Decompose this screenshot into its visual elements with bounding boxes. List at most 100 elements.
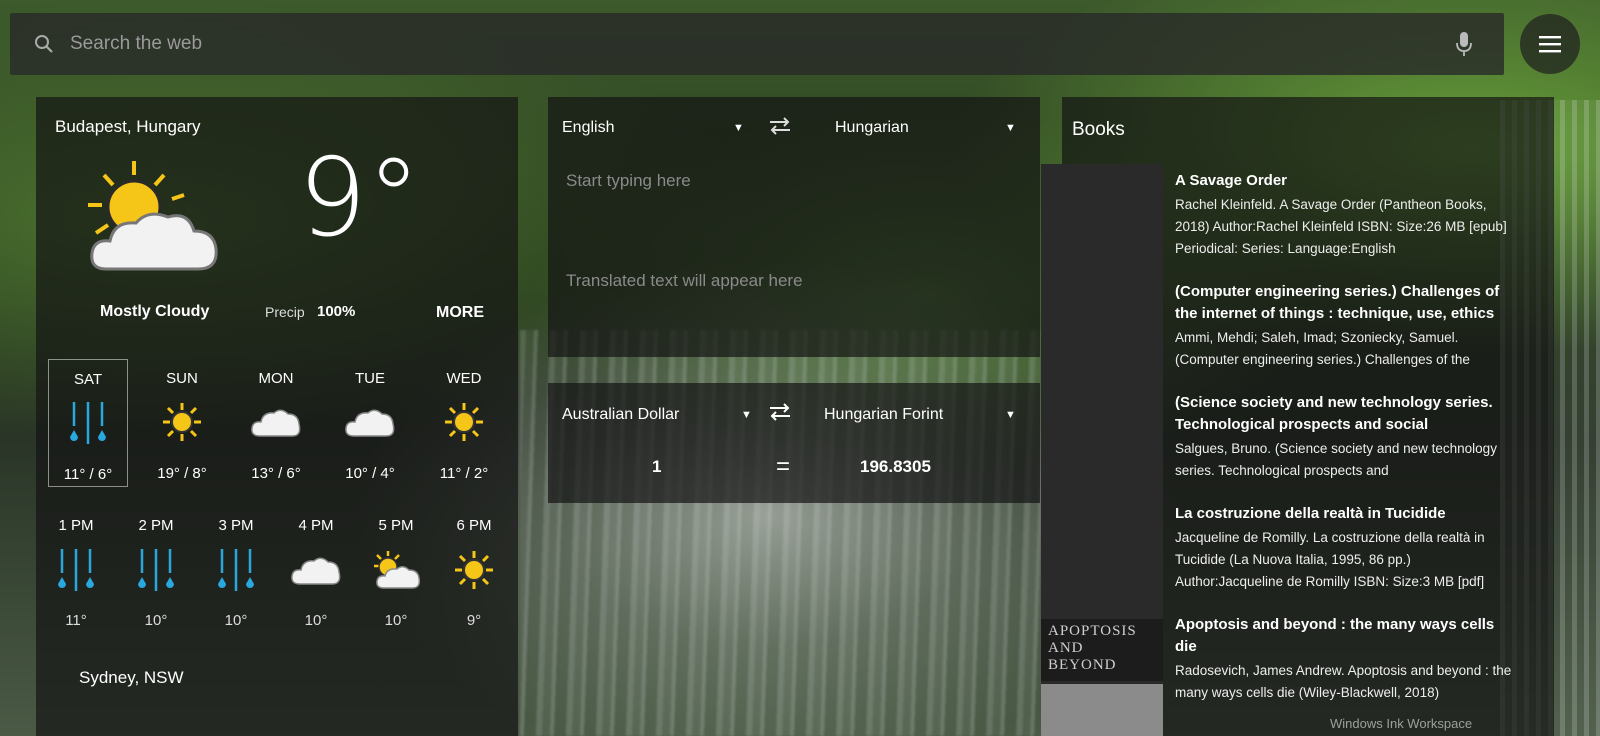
swap-icon[interactable] <box>768 401 792 423</box>
forecast-hour[interactable]: 4 PM 10° <box>276 517 356 629</box>
book-item[interactable]: A Savage Order Rachel Kleinfeld. A Savag… <box>1175 170 1515 260</box>
rain-icon <box>70 402 106 444</box>
daily-forecast: SAT 11° / 6° SUN 19° / 8° MON 13° / 6° T… <box>48 359 518 489</box>
from-currency-select[interactable]: Australian Dollar <box>562 406 679 424</box>
hour-temp: 10° <box>304 612 328 629</box>
day-name: TUE <box>355 370 385 387</box>
day-range: 10° / 4° <box>345 465 395 482</box>
forecast-day[interactable]: SUN 19° / 8° <box>142 359 222 487</box>
forecast-hour[interactable]: 6 PM 9° <box>434 517 514 629</box>
forecast-hour[interactable]: 2 PM 10° <box>116 517 196 629</box>
book-description: Radosevich, James Andrew. Apoptosis and … <box>1175 663 1512 700</box>
currency-result: 196.8305 <box>860 457 931 476</box>
rain-icon <box>58 549 94 591</box>
mostly-cloudy-icon <box>88 161 218 271</box>
day-name: WED <box>446 370 482 387</box>
translator-panel: English ▼ Hungarian ▼ <box>548 97 1040 357</box>
partly-sunny-icon <box>374 551 421 589</box>
book-title[interactable]: Apoptosis and beyond : the many ways cel… <box>1175 614 1515 658</box>
sun-icon <box>455 551 493 589</box>
day-range: 13° / 6° <box>251 465 301 482</box>
hour-temp: 9° <box>466 612 482 629</box>
forecast-day[interactable]: WED 11° / 2° <box>424 359 504 487</box>
book-item[interactable]: Apoptosis and beyond : the many ways cel… <box>1175 614 1515 704</box>
target-language-select[interactable]: Hungarian <box>835 119 909 137</box>
menu-button[interactable] <box>1520 14 1580 74</box>
day-name: SAT <box>73 371 103 388</box>
chevron-down-icon[interactable]: ▼ <box>1005 122 1016 134</box>
currency-panel: Australian Dollar ▼ Hungarian Forint ▼ 1… <box>548 383 1040 503</box>
book-list: A Savage Order Rachel Kleinfeld. A Savag… <box>1175 170 1515 725</box>
hour-name: 2 PM <box>138 517 174 534</box>
forecast-day[interactable]: SAT 11° / 6° <box>48 359 128 487</box>
precip-value: 100% <box>317 303 356 320</box>
rain-icon <box>138 549 174 591</box>
forecast-hour[interactable]: 5 PM 10° <box>356 517 436 629</box>
book-title[interactable]: (Computer engineering series.) Challenge… <box>1175 281 1515 325</box>
hour-temp: 11° <box>65 612 87 629</box>
hour-name: 5 PM <box>378 517 414 534</box>
translate-output <box>566 271 1026 341</box>
book-cover[interactable]: APOPTOSIS AND BEYOND <box>1041 619 1163 681</box>
swap-icon[interactable] <box>768 115 792 137</box>
chevron-down-icon[interactable]: ▼ <box>733 122 744 134</box>
day-name: SUN <box>166 370 198 387</box>
sun-icon <box>445 403 483 441</box>
book-description: Ammi, Mehdi; Saleh, Imad; Szoniecky, Sam… <box>1175 330 1470 367</box>
weather-city[interactable]: Budapest, Hungary <box>55 117 201 137</box>
hour-name: 3 PM <box>218 517 254 534</box>
precip-label: Precip <box>265 304 305 320</box>
search-bar <box>10 13 1504 75</box>
chevron-down-icon[interactable]: ▼ <box>741 409 752 421</box>
hour-name: 1 PM <box>58 517 94 534</box>
hour-temp: 10° <box>144 612 168 629</box>
book-description: Salgues, Bruno. (Science society and new… <box>1175 441 1497 478</box>
book-item[interactable]: La costruzione della realtà in Tucidide … <box>1175 503 1515 593</box>
hour-name: 4 PM <box>298 517 334 534</box>
books-panel: Books APOPTOSIS AND BEYOND A Savage Orde… <box>1041 97 1554 736</box>
book-covers: APOPTOSIS AND BEYOND <box>1041 164 1163 736</box>
search-input[interactable] <box>70 33 1452 55</box>
microphone-icon[interactable] <box>1452 30 1476 58</box>
source-language-select[interactable]: English <box>562 119 614 137</box>
translate-input[interactable] <box>566 171 1026 251</box>
hourly-forecast: 1 PM 11° 2 PM 10° 3 PM 10° 4 PM 10° 5 PM… <box>36 517 518 629</box>
weather-panel: Budapest, Hungary 9° Mostly Cloudy Preci… <box>36 97 518 736</box>
chevron-down-icon[interactable]: ▼ <box>1005 409 1016 421</box>
sun-icon <box>163 403 201 441</box>
book-description: Jacqueline de Romilly. La costruzione de… <box>1175 530 1485 589</box>
book-title[interactable]: La costruzione della realtà in Tucidide <box>1175 503 1515 525</box>
book-cover[interactable] <box>1041 684 1163 736</box>
more-link[interactable]: MORE <box>436 304 484 322</box>
day-range: 11° / 6° <box>63 466 113 483</box>
books-title: Books <box>1072 119 1125 140</box>
hour-temp: 10° <box>224 612 248 629</box>
forecast-hour[interactable]: 3 PM 10° <box>196 517 276 629</box>
weather-condition: Mostly Cloudy <box>100 303 210 320</box>
equals-sign: = <box>776 453 791 480</box>
book-cover-title: AND BEYOND <box>1048 640 1117 673</box>
cloud-icon <box>291 557 341 585</box>
to-currency-select[interactable]: Hungarian Forint <box>824 406 943 424</box>
hour-temp: 10° <box>384 612 408 629</box>
forecast-day[interactable]: MON 13° / 6° <box>236 359 316 487</box>
forecast-hour[interactable]: 1 PM 11° <box>36 517 116 629</box>
weather-city-secondary[interactable]: Sydney, NSW <box>79 668 184 688</box>
day-name: MON <box>258 370 294 387</box>
hour-name: 6 PM <box>456 517 492 534</box>
day-range: 19° / 8° <box>157 465 207 482</box>
rain-icon <box>218 549 254 591</box>
cloud-icon <box>251 409 301 437</box>
current-temperature: 9° <box>298 136 421 261</box>
search-icon[interactable] <box>32 32 56 56</box>
book-title[interactable]: A Savage Order <box>1175 170 1515 192</box>
book-item[interactable]: (Science society and new technology seri… <box>1175 392 1515 482</box>
hamburger-icon <box>1539 36 1561 53</box>
book-description: Rachel Kleinfeld. A Savage Order (Panthe… <box>1175 197 1507 256</box>
book-title[interactable]: (Science society and new technology seri… <box>1175 392 1515 436</box>
currency-amount-input[interactable]: 1 <box>652 457 661 477</box>
book-cover-title: APOPTOSIS <box>1048 623 1137 639</box>
forecast-day[interactable]: TUE 10° / 4° <box>330 359 410 487</box>
book-item[interactable]: (Computer engineering series.) Challenge… <box>1175 281 1515 371</box>
day-range: 11° / 2° <box>439 465 489 482</box>
